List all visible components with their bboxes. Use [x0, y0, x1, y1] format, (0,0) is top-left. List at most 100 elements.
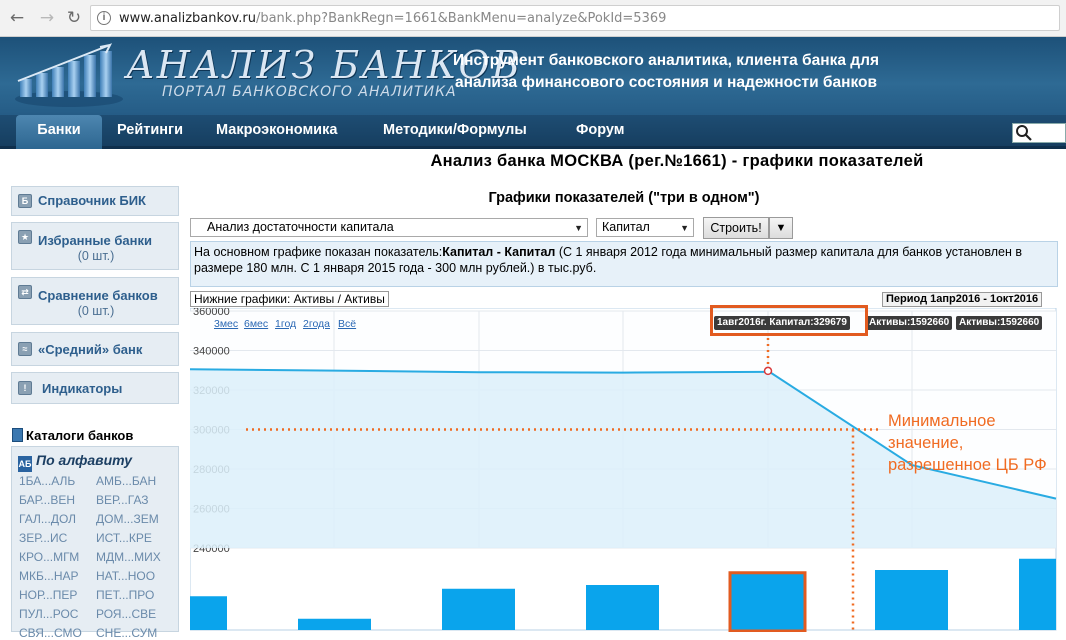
y-tick-label: 360000 — [193, 308, 230, 318]
book-icon — [12, 428, 23, 442]
lower-bar — [875, 570, 948, 630]
alphabet-link[interactable]: БАР...ВЕН — [19, 493, 75, 507]
field-select[interactable]: Капитал ▼ — [596, 218, 694, 237]
report-select-value: Анализ достаточности капитала — [207, 220, 394, 234]
catalog-heading: Каталоги банков — [12, 428, 133, 443]
tooltip-highlight-frame — [710, 305, 868, 336]
period-label: Период 1апр2016 - 1окт2016 — [882, 292, 1043, 307]
annotation-line: значение, — [888, 434, 964, 452]
description-prefix: На основном графике показан показатель: — [194, 245, 443, 259]
nav-ratings[interactable]: Рейтинги — [117, 120, 183, 140]
page-title: Анализ банка МОСКВА (рег.№1661) - график… — [430, 152, 924, 170]
alphabet-title: По алфавиту — [36, 452, 133, 468]
highlight-point — [763, 366, 773, 376]
nav-banks[interactable]: Банки — [16, 115, 102, 149]
alphabet-link[interactable]: КРО...МГМ — [19, 550, 79, 564]
url-path: /bank.php?BankRegn=1661&BankMenu=analyze… — [255, 11, 667, 26]
reload-icon[interactable]: ↻ — [63, 7, 85, 29]
build-dropdown-button[interactable]: ▼ — [769, 217, 793, 239]
nav-macroeconomics[interactable]: Макроэкономика — [216, 120, 337, 140]
site-logo[interactable]: АНАЛИЗ БАНКОВ ПОРТАЛ БАНКОВСКОГО АНАЛИТИ… — [14, 41, 520, 111]
sidebar-compare-banks[interactable]: ⇄ Сравнение банков (0 шт.) — [11, 277, 179, 325]
main-nav: Банки Рейтинги Макроэкономика Методики/Ф… — [0, 115, 1066, 149]
alphabet-link[interactable]: ПУЛ...РОС — [19, 607, 78, 621]
indicators-icon: ! — [18, 381, 32, 395]
sidebar-item-label: Индикаторы — [42, 381, 123, 396]
url-host: www.analizbankov.ru — [119, 11, 256, 26]
report-select[interactable]: Анализ достаточности капитала ▼ — [190, 218, 588, 237]
url-text[interactable]: www.analizbankov.ru/bank.php?BankRegn=16… — [119, 11, 666, 26]
alphabet-link[interactable]: ИСТ...КРЕ — [96, 531, 152, 545]
sidebar-indicators[interactable]: ! Индикаторы — [11, 372, 179, 404]
alphabet-link[interactable]: ЗЕР...ИС — [19, 531, 67, 545]
nav-methods[interactable]: Методики/Формулы — [383, 120, 527, 140]
alphabet-link[interactable]: ГАЛ...ДОЛ — [19, 512, 76, 526]
build-button[interactable]: Строить! — [703, 217, 769, 239]
sidebar-average-bank[interactable]: ≈ «Средний» банк — [11, 332, 179, 366]
description-indicator: Капитал - Капитал — [442, 245, 556, 259]
min-capital-annotation: Минимальное значение, разрешенное ЦБ РФ — [888, 410, 1047, 476]
arrow-right-icon[interactable]: → — [36, 7, 58, 29]
lower-bar — [586, 585, 659, 630]
sidebar-item-label: Избранные банки — [38, 233, 152, 248]
alphabet-link[interactable]: МДМ...МИХ — [96, 550, 161, 564]
logo-subtitle: ПОРТАЛ БАНКОВСКОГО АНАЛИТИКА — [162, 84, 457, 100]
lower-bar — [731, 573, 804, 630]
alphabet-heading: АБ По алфавиту — [18, 452, 132, 472]
sidebar-item-label: Сравнение банков — [38, 288, 158, 303]
catalog-box: АБ По алфавиту 1БА...АЛЬ АМБ...БАН БАР...ВЕ… — [11, 446, 179, 640]
zoom-1y[interactable]: 1год — [275, 318, 296, 330]
sidebar-item-label: Справочник БИК — [38, 193, 146, 208]
sidebar-bik-directory[interactable]: Б Справочник БИК — [11, 186, 179, 216]
site-tagline: Инструмент банковского аналитика, клиент… — [452, 52, 879, 91]
site-header: АНАЛИЗ БАНКОВ ПОРТАЛ БАНКОВСКОГО АНАЛИТИ… — [0, 37, 1066, 115]
alphabet-link[interactable]: РОЯ...СВЕ — [96, 607, 156, 621]
chevron-down-icon: ▼ — [574, 223, 583, 233]
sidebar-item-label: «Средний» банк — [38, 342, 143, 357]
zoom-3m[interactable]: 3мес — [214, 318, 238, 330]
alphabet-link[interactable]: СВЯ...СМО — [19, 626, 82, 640]
alphabet-link[interactable]: НАТ...НОО — [96, 569, 155, 583]
alphabet-link[interactable]: МКБ...НАР — [19, 569, 79, 583]
compare-icon: ⇄ — [18, 285, 32, 299]
alphabet-link[interactable]: АМБ...БАН — [96, 474, 156, 488]
arrow-left-icon[interactable]: ← — [6, 7, 28, 29]
search-icon[interactable] — [1015, 124, 1033, 142]
lower-bar — [1019, 558, 1056, 630]
field-select-value: Капитал — [602, 220, 650, 234]
favorites-icon: ★ — [18, 230, 32, 244]
alphabet-link[interactable]: СНЕ...СУМ — [96, 626, 157, 640]
alphabet-link[interactable]: ПЕТ...ПРО — [96, 588, 154, 602]
alphabet-link[interactable]: ВЕР...ГАЗ — [96, 493, 149, 507]
zoom-all[interactable]: Всё — [338, 318, 356, 330]
lower-bar — [442, 588, 515, 630]
nav-forum[interactable]: Форум — [576, 120, 625, 140]
favorites-count: (0 шт.) — [77, 249, 115, 263]
search-input[interactable] — [1012, 123, 1066, 143]
alphabet-link[interactable]: НОР...ПЕР — [19, 588, 77, 602]
chevron-down-icon: ▼ — [680, 223, 689, 233]
lower-charts-label: Нижние графики: Активы / Активы — [190, 291, 389, 307]
chart-tooltip-assets-2: Активы:1592660 — [956, 316, 1043, 330]
bar-chart-logo-icon — [15, 43, 123, 107]
lower-bar — [298, 618, 371, 630]
zoom-2y[interactable]: 2года — [303, 318, 330, 330]
indicator-description: На основном графике показан показатель:К… — [190, 241, 1058, 287]
annotation-line: разрешенное ЦБ РФ — [888, 456, 1047, 474]
charts-heading: Графики показателей ("три в одном") — [488, 190, 760, 206]
chevron-down-icon: ▼ — [775, 222, 787, 234]
chart-tooltip-assets: Активы:1592660 — [866, 316, 953, 330]
average-bank-icon: ≈ — [18, 342, 32, 356]
alphabet-icon: АБ — [18, 456, 32, 472]
alphabet-link[interactable]: 1БА...АЛЬ — [19, 474, 75, 488]
y-tick-label: 340000 — [193, 346, 230, 358]
annotation-line: Минимальное — [888, 412, 996, 430]
zoom-6m[interactable]: 6мес — [244, 318, 268, 330]
address-bar[interactable]: i www.analizbankov.ru/bank.php?BankRegn=… — [90, 5, 1060, 31]
catalog-title: Каталоги банков — [26, 428, 134, 443]
lower-bar — [190, 596, 227, 630]
sidebar-favorite-banks[interactable]: ★ Избранные банки (0 шт.) — [11, 222, 179, 270]
alphabet-link[interactable]: ДОМ...ЗЕМ — [96, 512, 159, 526]
browser-toolbar: ← → ↻ i www.analizbankov.ru/bank.php?Ban… — [0, 0, 1066, 37]
info-icon[interactable]: i — [97, 11, 111, 25]
